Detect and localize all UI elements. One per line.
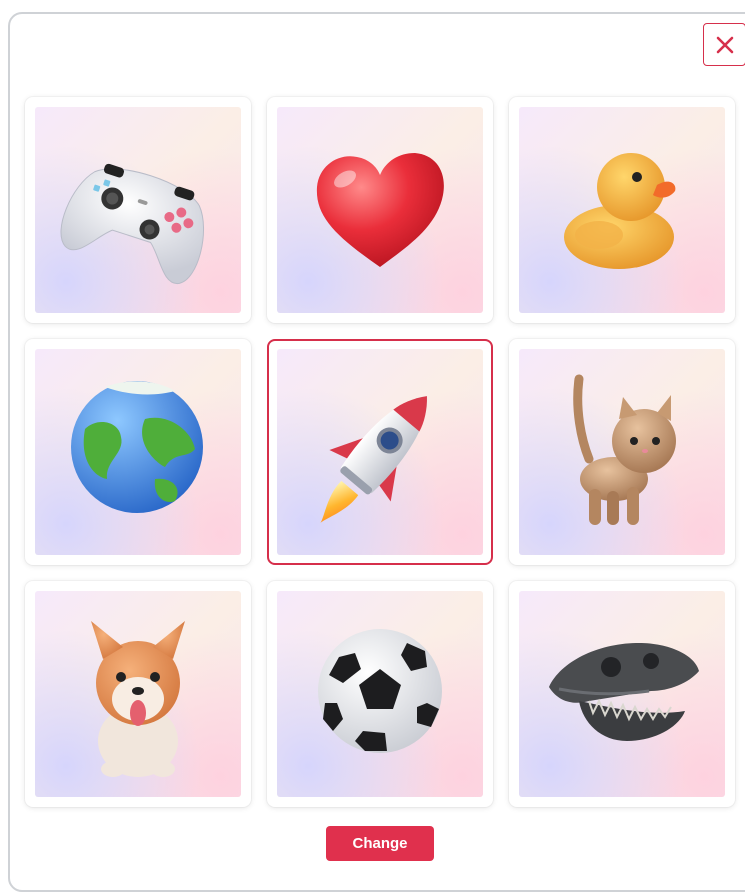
soccer-ball-icon [277, 591, 483, 797]
earth-globe-icon [35, 349, 241, 555]
rubber-duck-icon [519, 107, 725, 313]
avatar-option-corgi-dog[interactable] [25, 581, 251, 807]
avatar-option-game-controller[interactable] [25, 97, 251, 323]
corgi-dog-icon [35, 591, 241, 797]
heart-icon [277, 107, 483, 313]
avatar-option-soccer-ball[interactable] [267, 581, 493, 807]
avatar-option-dinosaur-skull[interactable] [509, 581, 735, 807]
cat-icon [519, 349, 725, 555]
close-button[interactable] [703, 23, 745, 66]
avatar-option-rubber-duck[interactable] [509, 97, 735, 323]
avatar-option-cat[interactable] [509, 339, 735, 565]
change-button[interactable]: Change [326, 826, 434, 861]
close-icon [716, 36, 733, 53]
avatar-option-earth-globe[interactable] [25, 339, 251, 565]
avatar-option-heart[interactable] [267, 97, 493, 323]
avatar-option-rocket[interactable] [267, 339, 493, 565]
game-controller-icon [35, 107, 241, 313]
rocket-icon [277, 349, 483, 555]
dinosaur-skull-icon [519, 591, 725, 797]
